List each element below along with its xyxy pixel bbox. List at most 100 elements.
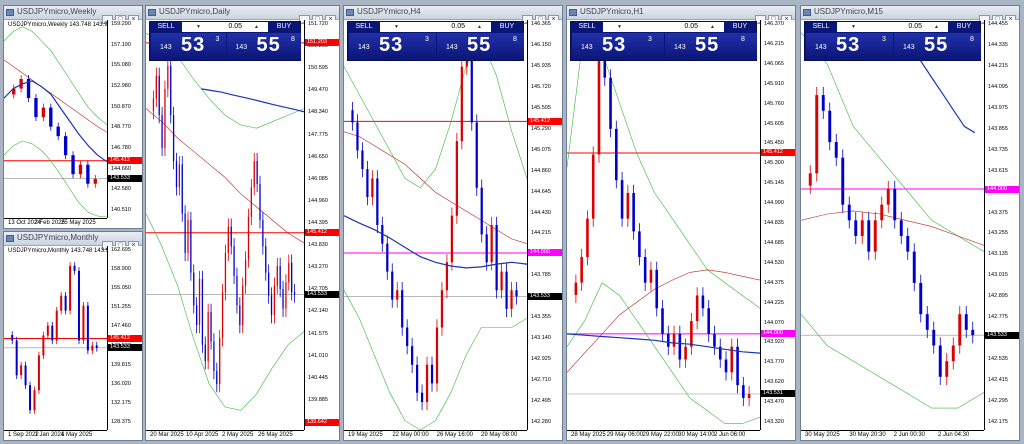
price-tick: 145.450 (764, 140, 784, 147)
candle (273, 277, 276, 324)
candle (661, 300, 664, 343)
price-tick: 155.080 (111, 62, 131, 69)
chart-title-bar[interactable]: USDJPYmicro,Monthly_□× (4, 232, 142, 250)
volume-input[interactable]: 0.05 (398, 22, 465, 32)
sell-button[interactable]: SELL (805, 22, 837, 32)
chart-plot-area[interactable]: USDJPYmicro,Monthly 143.748 143.975 (4, 246, 116, 430)
candle (945, 352, 949, 385)
candle (440, 282, 444, 336)
candle (475, 114, 478, 196)
candle (60, 292, 63, 315)
chart-window-daily[interactable]: USDJPYmicro,Daily_□×USDJPYmicro,Daily 14… (145, 5, 340, 441)
chart-title-bar[interactable]: USDJPYmicro,H1_□× (567, 6, 795, 24)
price-scale[interactable]: 159.290 157.190 155.080 152.980 150.870 148.7… (107, 20, 142, 218)
price-scale[interactable]: 146.370 146.215 146.065 145.910 145.760 145.6… (760, 20, 795, 430)
ask-price[interactable]: 143 55 8 (894, 33, 981, 60)
volume-input[interactable]: 0.05 (855, 22, 922, 32)
ask-price[interactable]: 143 55 8 (226, 33, 301, 60)
candle (49, 103, 53, 131)
candle (178, 156, 181, 196)
candle (828, 102, 832, 151)
buy-button[interactable]: BUY (948, 22, 980, 32)
trade-control-row: SELL ▼ 0.05 ▲ BUY (571, 22, 756, 32)
buy-button[interactable]: BUY (724, 22, 756, 32)
sell-button[interactable]: SELL (150, 22, 182, 32)
moving-average (567, 333, 760, 354)
volume-input[interactable]: 0.05 (200, 22, 242, 32)
price-tick: 145.505 (531, 104, 551, 111)
candle (821, 86, 825, 119)
time-scale[interactable]: 13 Oct 2024 2 Feb 2025 25 May 2025 (4, 218, 107, 228)
candle (371, 170, 374, 206)
volume-increase-icon[interactable]: ▲ (477, 24, 482, 30)
bid-price[interactable]: 143 53 3 (806, 33, 893, 60)
sell-button[interactable]: SELL (571, 22, 603, 32)
buy-button[interactable]: BUY (268, 22, 300, 32)
candle (227, 218, 229, 262)
price-tick: 140.510 (111, 207, 131, 213)
price-scale[interactable]: 162.695 158.900 155.050 151.255 147.460 143.5… (107, 246, 142, 430)
price-scale[interactable]: 146.365 146.150 145.935 145.720 145.505 145.2… (527, 20, 562, 430)
volume-increase-icon[interactable]: ▲ (934, 24, 939, 30)
chart-plot-area[interactable]: USDJPYmicro,Weekly 143.748 143.975 (4, 20, 114, 218)
price-tick: 157.190 (111, 41, 131, 48)
chart-plot-area[interactable]: USDJPYmicro,H4 143.530 143.553 143.524 1… (344, 20, 527, 430)
magenta-level-label: 144.000 (528, 249, 562, 257)
time-scale[interactable]: 20 Mar 2025 10 Apr 2025 2 May 2025 26 May 2… (146, 430, 304, 440)
chart-title-bar[interactable]: USDJPYmicro,Daily_□× (146, 6, 339, 24)
chart-title-bar[interactable]: USDJPYmicro,M15_□× (801, 6, 1019, 24)
candle (198, 270, 201, 334)
time-scale[interactable]: 30 May 2025 30 May 20:30 2 Jun 00:30 2 Jun … (801, 430, 984, 440)
time-tick: 10 Apr 2025 (186, 432, 219, 438)
time-tick: 19 May 2025 (348, 432, 383, 438)
ask-price[interactable]: 143 55 8 (437, 33, 524, 60)
ask-price[interactable]: 143 55 8 (665, 33, 757, 60)
chart-window-h4[interactable]: USDJPYmicro,H4_□×USDJPYmicro,H4 143.530 … (343, 5, 563, 441)
chart-title-bar[interactable]: USDJPYmicro,H4_□× (344, 6, 562, 24)
candle (932, 321, 936, 354)
time-tick: 25 May 2025 (61, 220, 96, 226)
price-tick: 145.910 (764, 80, 784, 87)
time-scale[interactable]: 1 Sep 2022 1 Jan 2024 1 May 2025 (4, 430, 107, 440)
chart-plot-area[interactable]: USDJPYmicro,Daily 143.748 143.975 143.31… (146, 20, 304, 430)
chart-window-m15[interactable]: USDJPYmicro,M15_□×USDJPYmicro,M15 143.53… (800, 5, 1020, 441)
candle (204, 336, 206, 370)
candle (193, 264, 195, 314)
candle (285, 274, 287, 317)
candle (164, 80, 166, 157)
chart-window-icon (6, 9, 14, 16)
candle (34, 94, 38, 122)
price-chart-svg (4, 262, 107, 414)
time-scale[interactable]: 19 May 2025 22 May 00:00 26 May 16:00 29 Ma… (344, 430, 527, 440)
chart-window-monthly[interactable]: USDJPYmicro,Monthly_□×USDJPYmicro,Monthl… (3, 231, 143, 441)
volume-increase-icon[interactable]: ▲ (254, 24, 259, 30)
last-price-label: 143.533 (108, 175, 142, 183)
bid-price[interactable]: 143 53 3 (151, 33, 226, 60)
price-scale[interactable]: 144.455 144.335 144.215 144.095 143.975 143.8… (984, 20, 1019, 430)
volume-increase-icon[interactable]: ▲ (710, 24, 715, 30)
candle (195, 297, 198, 334)
chart-plot-area[interactable]: USDJPYmicro,H1 143.530 143.553 143.524 1… (567, 20, 760, 430)
buy-button[interactable]: BUY (491, 22, 523, 32)
volume-input[interactable]: 0.05 (621, 22, 698, 32)
bid-price[interactable]: 143 53 3 (572, 33, 664, 60)
price-chart-svg (146, 32, 304, 411)
chart-plot-area[interactable]: USDJPYmicro,M15 143.530 143.553 143.524 … (801, 20, 984, 430)
candle (236, 267, 238, 314)
time-tick: 29 May 06:00 (606, 432, 644, 438)
price-scale[interactable]: 151.720 151.203 150.595 149.470 148.340 147.7… (304, 20, 339, 430)
sell-button[interactable]: SELL (348, 22, 380, 32)
chart-window-h1[interactable]: USDJPYmicro,H1_□×USDJPYmicro,H1 143.530 … (566, 5, 796, 441)
price-tick: 150.870 (111, 103, 131, 110)
trade-control-row: SELL ▼ 0.05 ▲ BUY (150, 22, 300, 32)
price-tick: 128.375 (111, 419, 131, 425)
time-scale[interactable]: 28 May 2025 29 May 06:00 29 May 22:00 30 Ma… (567, 430, 760, 440)
chart-title: USDJPYmicro,H1 (580, 7, 644, 16)
candle (82, 301, 85, 345)
price-tick: 144.835 (764, 220, 784, 226)
price-tick: 143.270 (308, 264, 328, 271)
chart-title-bar[interactable]: USDJPYmicro,Weekly_□× (4, 6, 142, 24)
time-tick: 28 May 2025 (571, 432, 606, 438)
bid-price[interactable]: 143 53 3 (349, 33, 436, 60)
chart-window-weekly[interactable]: USDJPYmicro,Weekly_□×USDJPYmicro,Weekly … (3, 5, 143, 229)
